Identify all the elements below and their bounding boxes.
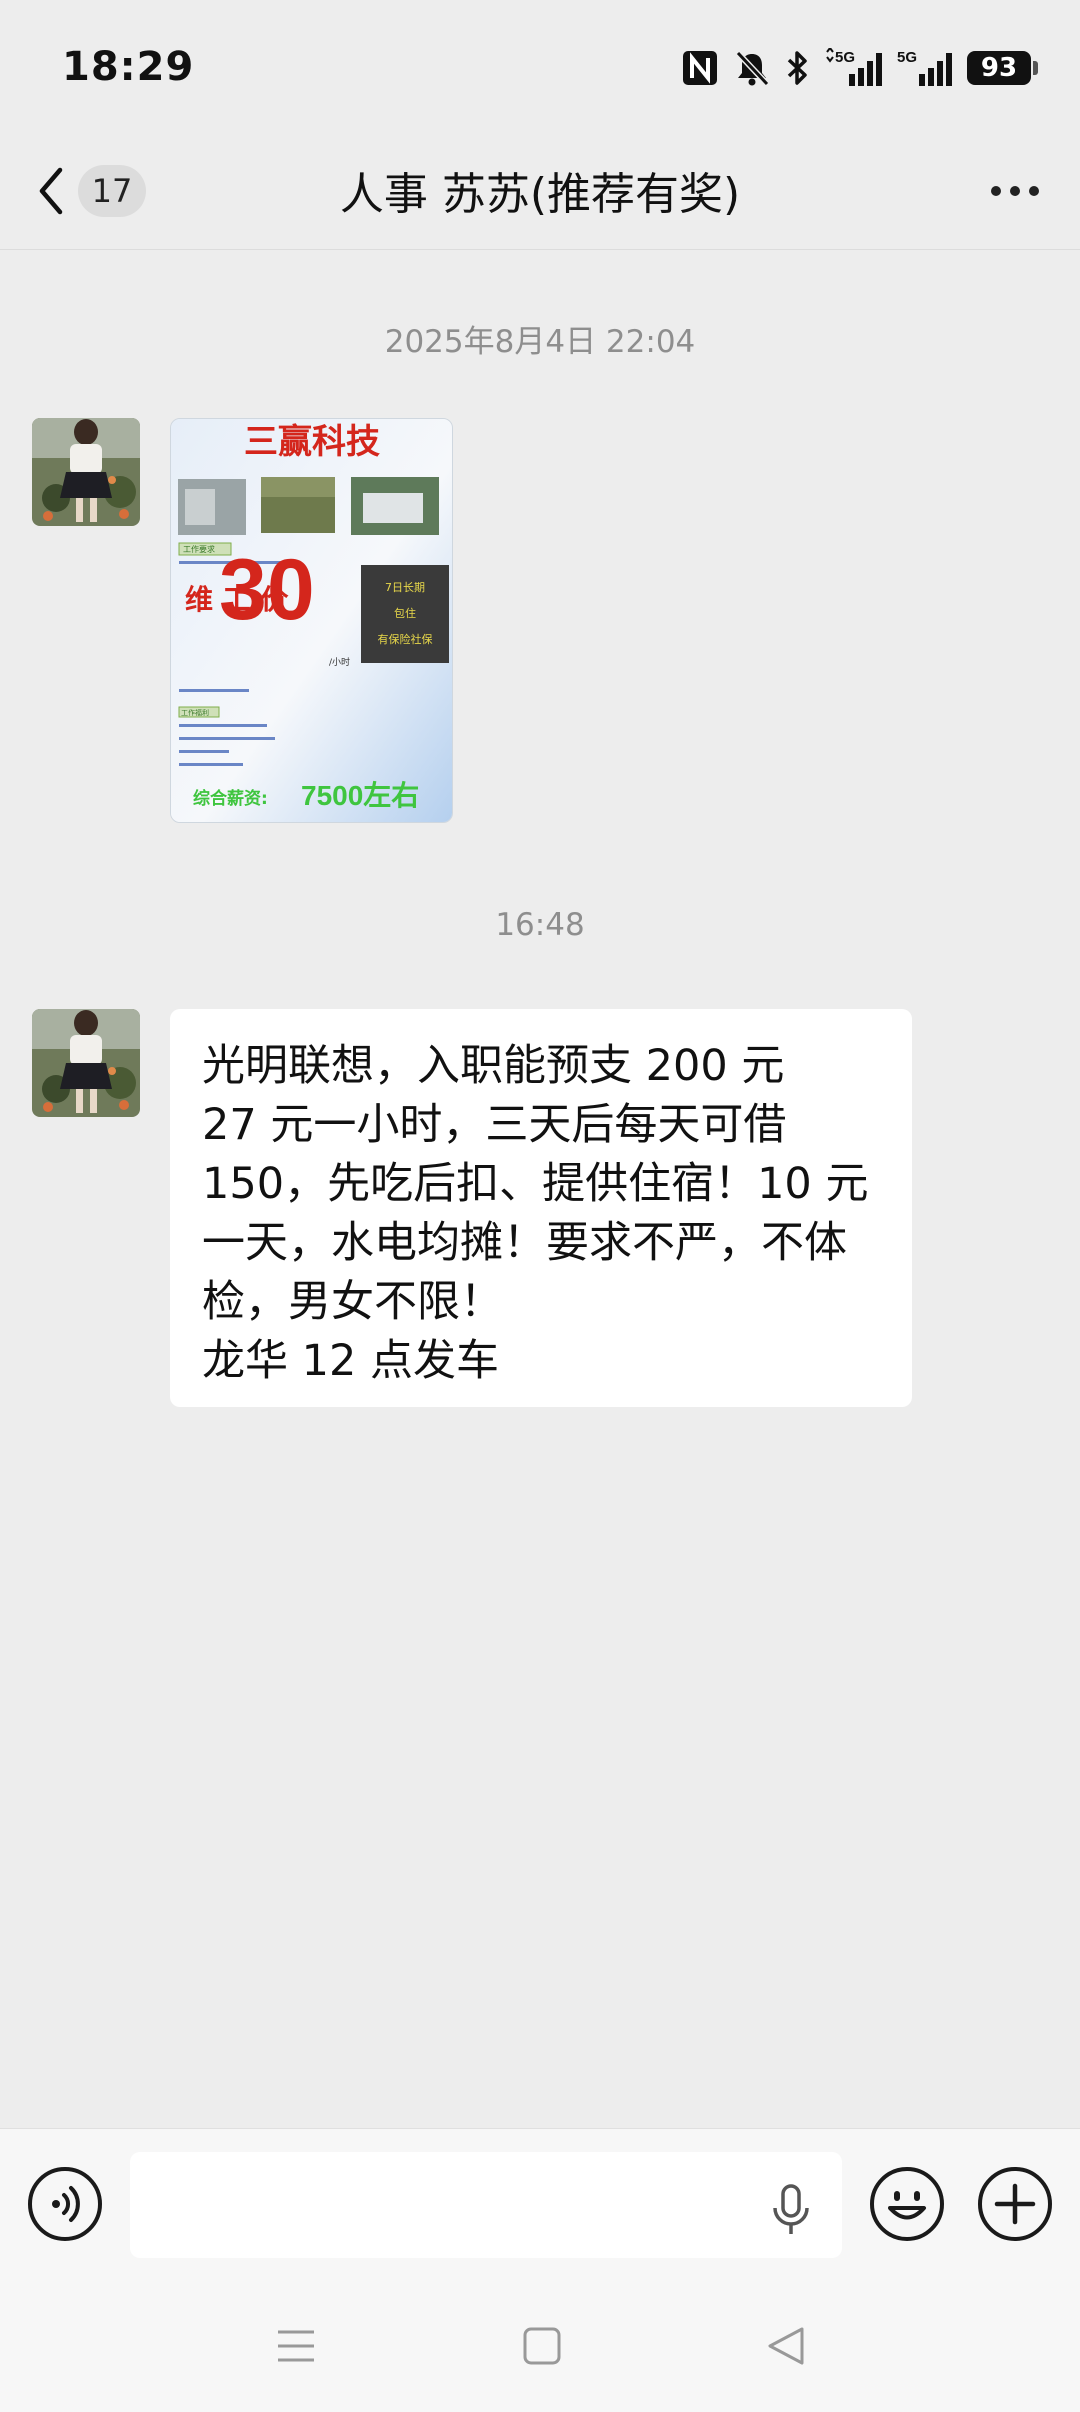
message-line: 光明联想，入职能预支 200 元 bbox=[202, 1041, 785, 1091]
message-input[interactable] bbox=[130, 2152, 842, 2258]
signal-5g-icon-2: 5G bbox=[897, 49, 952, 86]
message-timestamp: 16:48 bbox=[495, 907, 585, 943]
avatar[interactable] bbox=[32, 1009, 140, 1117]
back-button[interactable]: 17 bbox=[36, 156, 166, 226]
message-line: 龙华 12 点发车 bbox=[202, 1336, 500, 1386]
system-nav-bar bbox=[0, 2280, 1080, 2412]
nfc-icon bbox=[683, 51, 717, 85]
plus-icon bbox=[994, 2183, 1036, 2225]
battery-indicator: 93 bbox=[967, 51, 1038, 85]
chat-title: 人事 苏苏(推荐有奖) bbox=[339, 169, 741, 220]
poster-tag: 工作要求 bbox=[183, 544, 215, 554]
status-bar: 18:29 5G 5G 93 bbox=[0, 0, 1080, 130]
battery-level: 93 bbox=[967, 51, 1031, 85]
microphone-icon bbox=[773, 2184, 809, 2234]
voice-mode-icon bbox=[52, 2186, 80, 2222]
poster-perk: 包住 bbox=[394, 606, 416, 620]
menu-icon bbox=[278, 2330, 314, 2362]
more-dots-icon bbox=[991, 186, 1001, 196]
svg-text:5G: 5G bbox=[897, 49, 917, 66]
poster-perk: 7日长期 bbox=[385, 581, 425, 594]
message-line: 27 元一小时，三天后每天可借 bbox=[202, 1100, 787, 1150]
status-icons: 5G 5G 93 bbox=[681, 46, 1038, 90]
status-time: 18:29 bbox=[62, 44, 195, 90]
battery-tip bbox=[1033, 61, 1038, 75]
recents-button[interactable] bbox=[274, 2324, 318, 2372]
avatar[interactable] bbox=[32, 418, 140, 526]
home-icon bbox=[523, 2327, 561, 2365]
chat-header: 17 人事 苏苏(推荐有奖) bbox=[0, 130, 1080, 250]
emoji-button[interactable] bbox=[870, 2167, 944, 2241]
message-line: 检，男女不限！ bbox=[202, 1277, 503, 1327]
chevron-left-icon bbox=[39, 167, 63, 215]
poster-perk: 有保险社保 bbox=[378, 632, 433, 646]
svg-text:5G: 5G bbox=[835, 49, 855, 66]
emoji-icon bbox=[888, 2191, 926, 2220]
poster-wage-unit: /小时 bbox=[329, 656, 350, 668]
back-triangle-icon bbox=[768, 2327, 804, 2365]
more-actions-button[interactable] bbox=[978, 2167, 1052, 2241]
bluetooth-icon bbox=[787, 51, 807, 85]
text-message-bubble[interactable]: 光明联想，入职能预支 200 元 27 元一小时，三天后每天可借 150，先吃后… bbox=[170, 1009, 912, 1407]
image-message[interactable]: 三赢科技 工作要求 维 工 价 30 /小时 7日长期 包住 有保险社保 工作福… bbox=[170, 418, 453, 823]
microphone-button[interactable] bbox=[770, 2184, 812, 2240]
poster-company: 三赢科技 bbox=[244, 422, 380, 462]
message-line: 一天，水电均摊！要求不严，不体 bbox=[202, 1218, 847, 1268]
silent-bell-icon bbox=[735, 50, 770, 87]
signal-5g-icon: 5G bbox=[826, 48, 882, 86]
poster-salary-label: 综合薪资: bbox=[193, 788, 268, 809]
chat-input-bar bbox=[0, 2128, 1080, 2280]
voice-mode-button[interactable] bbox=[28, 2167, 102, 2241]
poster-hourly-wage: 30 bbox=[219, 542, 315, 638]
unread-count-badge: 17 bbox=[78, 165, 146, 217]
message-line: 150，先吃后扣、提供住宿！10 元 bbox=[202, 1159, 869, 1209]
home-button[interactable] bbox=[520, 2324, 564, 2372]
more-options-button[interactable] bbox=[980, 166, 1050, 216]
poster-tag: 工作福利 bbox=[181, 708, 209, 717]
poster-salary-value: 7500左右 bbox=[301, 780, 419, 811]
message-timestamp: 2025年8月4日 22:04 bbox=[384, 324, 696, 360]
back-nav-button[interactable] bbox=[764, 2324, 808, 2372]
